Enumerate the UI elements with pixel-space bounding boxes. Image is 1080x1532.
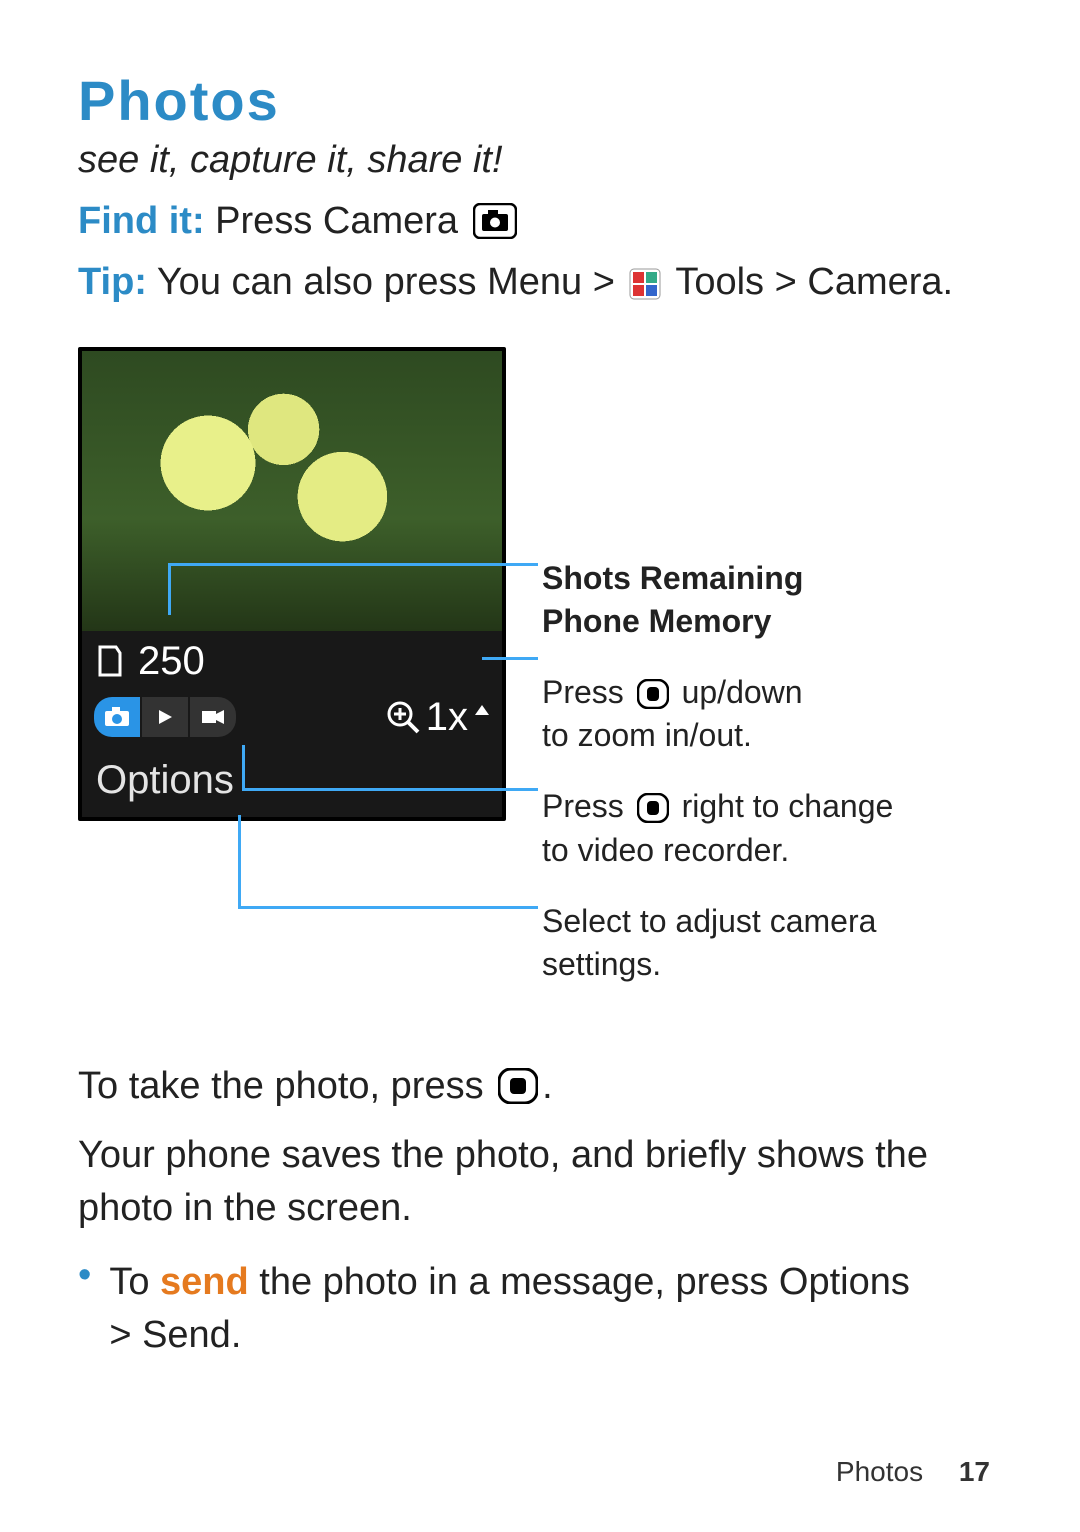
zoom-text: 1x: [426, 695, 468, 740]
bullet-before: To: [109, 1261, 160, 1303]
callout-shots: Shots Remaining Phone Memory: [542, 557, 893, 643]
tip-tools: Tools: [665, 261, 764, 303]
take-after: .: [542, 1065, 553, 1107]
findit-text: Press Camera: [205, 200, 469, 242]
callout-shots-l2: Phone Memory: [542, 600, 893, 643]
callout-mode: Press right to change to video recorder.: [542, 785, 893, 871]
bullet-dot: •: [78, 1256, 91, 1362]
page-title: Photos: [78, 68, 1002, 133]
callout-zoom-after2: to zoom in/out.: [542, 717, 752, 753]
callout-opt-l2: settings.: [542, 946, 661, 982]
footer-page: 17: [959, 1456, 990, 1487]
find-it-line: Find it: Press Camera: [78, 196, 1002, 247]
options-softkey[interactable]: Options: [82, 750, 502, 817]
page-footer: Photos 17: [836, 1456, 990, 1488]
tip-gt-1: >: [582, 261, 625, 303]
callouts-col: Shots Remaining Phone Memory Press up/do…: [542, 347, 893, 1015]
callout-mode-after2: to video recorder.: [542, 832, 789, 868]
tip-period: .: [943, 261, 954, 303]
bullet-mid: the photo in a message, press: [249, 1261, 779, 1303]
center-key-icon: [498, 1068, 538, 1104]
mode-bar: 1x: [82, 687, 502, 750]
callout-mode-before: Press: [542, 788, 633, 824]
tip-camera: Camera: [807, 261, 942, 303]
dpad-icon: [637, 679, 669, 709]
callout-zoom: Press up/down to zoom in/out.: [542, 671, 893, 757]
bullet-send2: Send: [142, 1314, 231, 1356]
callout-mode-after1: right to change: [673, 788, 894, 824]
status-bar: 250: [82, 631, 502, 687]
tip-line: Tip: You can also press Menu > Tools > C…: [78, 257, 1002, 308]
dpad-icon: [637, 793, 669, 823]
shots-remaining-value: 250: [138, 641, 205, 681]
mode-play-icon[interactable]: [142, 697, 188, 737]
saves-text: Your phone saves the photo, and briefly …: [78, 1129, 1002, 1235]
tagline: see it, capture it, share it!: [78, 139, 1002, 182]
mode-photo-icon[interactable]: [94, 697, 140, 737]
callout-options: Select to adjust camera settings.: [542, 900, 893, 986]
bullet-send: • To send the photo in a message, press …: [78, 1256, 1002, 1362]
callout-zoom-before: Press: [542, 674, 633, 710]
footer-section: Photos: [836, 1456, 923, 1487]
take-photo-line: To take the photo, press .: [78, 1060, 1002, 1113]
memory-icon: [96, 643, 124, 679]
tools-icon: [629, 268, 661, 300]
take-before: To take the photo, press: [78, 1065, 494, 1107]
figure-row: 250 1x Options Shots R: [78, 347, 1002, 1015]
callout-opt-l1: Select to adjust camera: [542, 903, 876, 939]
mode-selector[interactable]: [94, 697, 236, 737]
camera-key-icon: [473, 203, 517, 239]
findit-label: Find it:: [78, 200, 205, 242]
zoom-icon: [386, 700, 420, 734]
zoom-up-icon: [474, 703, 490, 731]
viewfinder-image: [82, 351, 502, 631]
bullet-gt: >: [109, 1314, 142, 1356]
phone-mock: 250 1x Options: [78, 347, 506, 821]
zoom-indicator: 1x: [386, 695, 490, 740]
bullet-period: .: [231, 1314, 242, 1356]
bullet-send-word: send: [160, 1261, 249, 1303]
tip-menu: Menu: [487, 261, 582, 303]
tip-text-1: You can also press: [147, 261, 487, 303]
mode-video-icon[interactable]: [190, 697, 236, 737]
tip-gt-2: >: [764, 261, 807, 303]
callout-shots-l1: Shots Remaining: [542, 557, 893, 600]
bullet-options: Options: [779, 1261, 910, 1303]
callout-zoom-after1: up/down: [673, 674, 803, 710]
tip-label: Tip:: [78, 261, 147, 303]
